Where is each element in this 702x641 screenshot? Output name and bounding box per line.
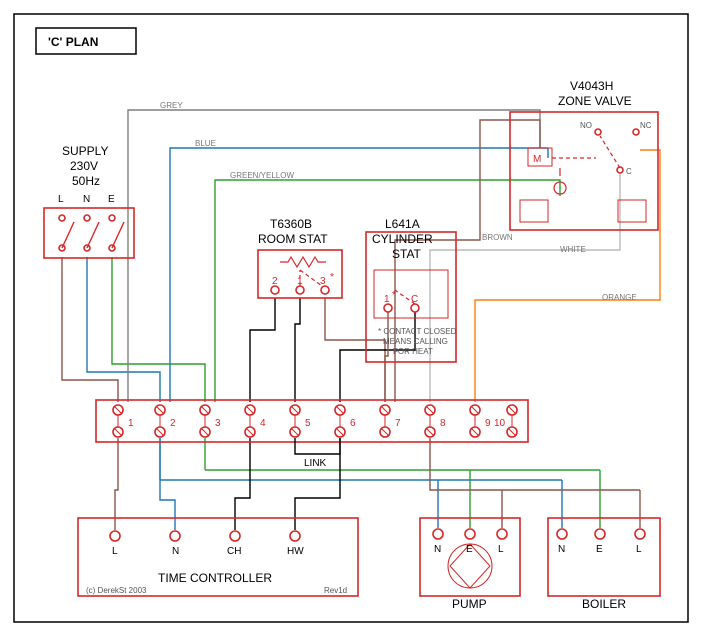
svg-text:*: * xyxy=(392,290,396,301)
svg-text:L641A: L641A xyxy=(385,217,420,231)
svg-text:ROOM STAT: ROOM STAT xyxy=(258,232,328,246)
svg-text:1: 1 xyxy=(384,294,390,305)
svg-text:230V: 230V xyxy=(70,159,98,173)
pump: N E L PUMP xyxy=(420,518,520,611)
svg-text:Rev1d: Rev1d xyxy=(324,586,347,595)
svg-text:PUMP: PUMP xyxy=(452,597,487,611)
svg-text:STAT: STAT xyxy=(392,247,422,261)
svg-text:BOILER: BOILER xyxy=(582,597,626,611)
svg-text:5: 5 xyxy=(305,418,311,429)
svg-text:50Hz: 50Hz xyxy=(72,174,100,188)
svg-text:LINK: LINK xyxy=(304,458,327,469)
svg-text:10: 10 xyxy=(494,418,506,429)
svg-text:L: L xyxy=(498,544,504,555)
svg-text:* CONTACT CLOSED: * CONTACT CLOSED xyxy=(378,327,457,336)
svg-text:1: 1 xyxy=(128,418,134,429)
diagram-title: 'C' PLAN xyxy=(48,35,98,49)
svg-text:E: E xyxy=(466,544,473,555)
svg-text:N: N xyxy=(172,546,179,557)
svg-text:9: 9 xyxy=(485,418,491,429)
svg-text:HW: HW xyxy=(287,546,304,557)
svg-text:L: L xyxy=(58,194,64,205)
svg-text:(c) DerekSt 2003: (c) DerekSt 2003 xyxy=(86,586,147,595)
svg-text:6: 6 xyxy=(350,418,356,429)
svg-text:SUPPLY: SUPPLY xyxy=(62,144,108,158)
svg-text:N: N xyxy=(83,194,90,205)
svg-text:*: * xyxy=(330,272,334,283)
wire-label-blue: BLUE xyxy=(195,139,216,148)
wiring-diagram: 'C' PLAN GREY BLUE GREEN xyxy=(0,0,702,641)
svg-text:3: 3 xyxy=(215,418,221,429)
svg-text:ZONE VALVE: ZONE VALVE xyxy=(558,94,632,108)
boiler: N E L BOILER xyxy=(548,518,660,611)
svg-text:N: N xyxy=(558,544,565,555)
svg-text:CYLINDER: CYLINDER xyxy=(372,232,433,246)
svg-text:FOR HEAT: FOR HEAT xyxy=(393,347,433,356)
supply-block: SUPPLY 230V 50Hz L N E xyxy=(44,144,134,258)
svg-text:2: 2 xyxy=(272,276,278,287)
wire-label-white: WHITE xyxy=(560,245,586,254)
svg-text:CH: CH xyxy=(227,546,241,557)
wire-label-greenyellow: GREEN/YELLOW xyxy=(230,171,294,180)
wire-label-brown: BROWN xyxy=(482,233,513,242)
svg-text:4: 4 xyxy=(260,418,266,429)
svg-text:NC: NC xyxy=(640,121,652,130)
svg-text:TIME CONTROLLER: TIME CONTROLLER xyxy=(158,571,272,585)
zone-valve: V4043H ZONE VALVE M NO NC C xyxy=(510,79,658,230)
svg-text:NO: NO xyxy=(580,121,592,130)
junction-block: 1 2 3 4 5 6 7 8 9 10 LINK xyxy=(96,400,528,469)
svg-text:T6360B: T6360B xyxy=(270,217,312,231)
svg-text:N: N xyxy=(434,544,441,555)
wire-label-orange: ORANGE xyxy=(602,293,637,302)
svg-text:E: E xyxy=(108,194,115,205)
time-controller: TIME CONTROLLER L N CH HW (c) DerekSt 20… xyxy=(78,518,358,596)
svg-text:M: M xyxy=(533,154,541,165)
svg-text:2: 2 xyxy=(170,418,176,429)
svg-text:8: 8 xyxy=(440,418,446,429)
svg-text:E: E xyxy=(596,544,603,555)
svg-text:MEANS CALLING: MEANS CALLING xyxy=(383,337,448,346)
wire-label-grey: GREY xyxy=(160,101,183,110)
svg-text:L: L xyxy=(636,544,642,555)
svg-text:3: 3 xyxy=(320,276,326,287)
room-stat: T6360B ROOM STAT 2 1 3 * xyxy=(258,217,342,298)
svg-text:L: L xyxy=(112,546,118,557)
svg-text:V4043H: V4043H xyxy=(570,79,613,93)
svg-text:7: 7 xyxy=(395,418,401,429)
svg-text:C: C xyxy=(626,167,632,176)
